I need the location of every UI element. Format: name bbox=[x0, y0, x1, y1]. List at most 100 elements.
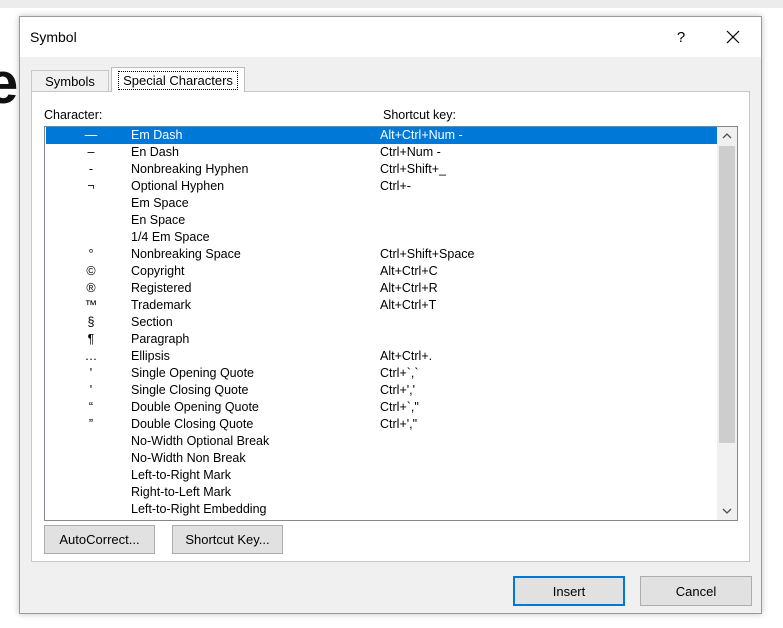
tab-symbols[interactable]: Symbols bbox=[31, 70, 109, 92]
list-item[interactable]: Left-to-Right Embedding bbox=[46, 501, 717, 518]
list-item[interactable]: No-Width Non Break bbox=[46, 450, 717, 467]
character-glyph: ¬ bbox=[87, 179, 95, 193]
character-name: Registered bbox=[131, 281, 192, 295]
tab-special-characters[interactable]: Special Characters bbox=[111, 67, 245, 92]
character-shortcut: Ctrl+Shift+Space bbox=[380, 247, 475, 261]
character-shortcut: Ctrl+- bbox=[380, 179, 411, 193]
character-column-header: Character: bbox=[44, 108, 103, 122]
title-bar: Symbol ? bbox=[20, 17, 761, 57]
special-characters-list[interactable]: — Em Dash Alt+Ctrl+Num - – En Dash Ctrl+Num -… bbox=[44, 126, 738, 521]
character-glyph: ° bbox=[88, 247, 94, 261]
shortcut-key-button[interactable]: Shortcut Key... bbox=[172, 525, 283, 554]
character-glyph: ' bbox=[89, 366, 93, 380]
character-glyph: ” bbox=[88, 417, 94, 431]
list-item[interactable]: ¬ Optional Hyphen Ctrl+- bbox=[46, 178, 717, 195]
list-item[interactable]: Left-to-Right Mark bbox=[46, 467, 717, 484]
list-item[interactable]: ” Double Closing Quote Ctrl+'," bbox=[46, 416, 717, 433]
dialog-title: Symbol bbox=[30, 29, 77, 45]
list-item[interactable]: Em Space bbox=[46, 195, 717, 212]
list-item[interactable]: Right-to-Left Mark bbox=[46, 484, 717, 501]
character-name: Double Opening Quote bbox=[131, 400, 259, 414]
background-document bbox=[0, 0, 783, 8]
list-item[interactable]: – En Dash Ctrl+Num - bbox=[46, 144, 717, 161]
character-name: Em Space bbox=[131, 196, 189, 210]
character-glyph: – bbox=[87, 145, 95, 159]
character-name: Nonbreaking Hyphen bbox=[131, 162, 249, 176]
character-shortcut: Ctrl+`," bbox=[380, 400, 419, 414]
list-item[interactable]: ¶ Paragraph bbox=[46, 331, 717, 348]
list-item[interactable]: § Section bbox=[46, 314, 717, 331]
character-shortcut: Alt+Ctrl+C bbox=[380, 264, 438, 278]
character-glyph: ™ bbox=[84, 298, 98, 312]
scrollbar-thumb[interactable] bbox=[719, 146, 735, 443]
scroll-down-button[interactable] bbox=[717, 502, 737, 520]
character-name: Nonbreaking Space bbox=[131, 247, 241, 261]
character-shortcut: Ctrl+'," bbox=[380, 417, 418, 431]
background-document-glyph: e bbox=[0, 58, 19, 116]
character-glyph: - bbox=[88, 162, 94, 176]
character-name: Copyright bbox=[131, 264, 185, 278]
insert-button[interactable]: Insert bbox=[513, 576, 625, 606]
list-item[interactable]: — Em Dash Alt+Ctrl+Num - bbox=[46, 127, 717, 144]
character-glyph: § bbox=[87, 315, 95, 329]
help-button[interactable]: ? bbox=[658, 17, 704, 57]
list-item[interactable]: No-Width Optional Break bbox=[46, 433, 717, 450]
shortcut-column-header: Shortcut key: bbox=[383, 108, 456, 122]
character-glyph: — bbox=[84, 128, 98, 142]
character-name: No-Width Non Break bbox=[131, 451, 246, 465]
character-shortcut: Alt+Ctrl+R bbox=[380, 281, 438, 295]
chevron-up-icon bbox=[722, 133, 732, 139]
list-item[interactable]: 1/4 Em Space bbox=[46, 229, 717, 246]
tab-symbols-label: Symbols bbox=[45, 74, 95, 89]
list-item[interactable]: “ Double Opening Quote Ctrl+`," bbox=[46, 399, 717, 416]
symbol-dialog: Symbol ? Symbols Special Characters Char… bbox=[19, 16, 762, 614]
character-name: Double Closing Quote bbox=[131, 417, 254, 431]
character-shortcut: Ctrl+Num - bbox=[380, 145, 441, 159]
character-name: En Space bbox=[131, 213, 186, 227]
character-name: Right-to-Left Mark bbox=[131, 485, 232, 499]
character-glyph: ® bbox=[86, 281, 96, 295]
character-glyph: ¶ bbox=[87, 332, 95, 346]
character-shortcut: Ctrl+`,` bbox=[380, 366, 419, 380]
list-item[interactable]: ' Single Opening Quote Ctrl+`,` bbox=[46, 365, 717, 382]
list-item[interactable]: © Copyright Alt+Ctrl+C bbox=[46, 263, 717, 280]
autocorrect-button[interactable]: AutoCorrect... bbox=[44, 525, 155, 554]
character-name: Ellipsis bbox=[131, 349, 170, 363]
character-name: Paragraph bbox=[131, 332, 190, 346]
list-item[interactable]: En Space bbox=[46, 212, 717, 229]
list-item[interactable]: … Ellipsis Alt+Ctrl+. bbox=[46, 348, 717, 365]
character-name: Optional Hyphen bbox=[131, 179, 225, 193]
character-name: Trademark bbox=[131, 298, 191, 312]
character-name: En Dash bbox=[131, 145, 179, 159]
chevron-down-icon bbox=[722, 508, 732, 514]
character-name: Single Closing Quote bbox=[131, 383, 249, 397]
tab-special-characters-label: Special Characters bbox=[118, 70, 238, 90]
character-glyph: “ bbox=[88, 400, 94, 414]
character-glyph: ' bbox=[89, 383, 93, 397]
character-glyph: © bbox=[86, 264, 96, 278]
scroll-up-button[interactable] bbox=[717, 127, 737, 145]
list-item[interactable]: ' Single Closing Quote Ctrl+',' bbox=[46, 382, 717, 399]
character-name: Section bbox=[131, 315, 173, 329]
close-icon bbox=[726, 30, 740, 44]
vertical-scrollbar[interactable] bbox=[717, 127, 737, 520]
special-characters-panel: Character: Shortcut key: — Em Dash Alt+Ctr… bbox=[31, 91, 750, 562]
character-name: No-Width Optional Break bbox=[131, 434, 270, 448]
list-item[interactable]: ™ Trademark Alt+Ctrl+T bbox=[46, 297, 717, 314]
character-name: Left-to-Right Mark bbox=[131, 468, 232, 482]
list-item[interactable]: ® Registered Alt+Ctrl+R bbox=[46, 280, 717, 297]
list-item[interactable]: - Nonbreaking Hyphen Ctrl+Shift+_ bbox=[46, 161, 717, 178]
character-name: 1/4 Em Space bbox=[131, 230, 210, 244]
close-button[interactable] bbox=[710, 17, 756, 57]
character-shortcut: Alt+Ctrl+. bbox=[380, 349, 433, 363]
character-glyph: … bbox=[84, 349, 98, 363]
cancel-button[interactable]: Cancel bbox=[640, 576, 752, 606]
character-name: Left-to-Right Embedding bbox=[131, 502, 267, 516]
character-shortcut: Alt+Ctrl+Num - bbox=[380, 128, 463, 142]
character-name: Single Opening Quote bbox=[131, 366, 255, 380]
character-shortcut: Alt+Ctrl+T bbox=[380, 298, 437, 312]
character-shortcut: Ctrl+',' bbox=[380, 383, 415, 397]
character-name: Em Dash bbox=[131, 128, 183, 142]
list-item[interactable]: ° Nonbreaking Space Ctrl+Shift+Space bbox=[46, 246, 717, 263]
character-shortcut: Ctrl+Shift+_ bbox=[380, 162, 447, 176]
